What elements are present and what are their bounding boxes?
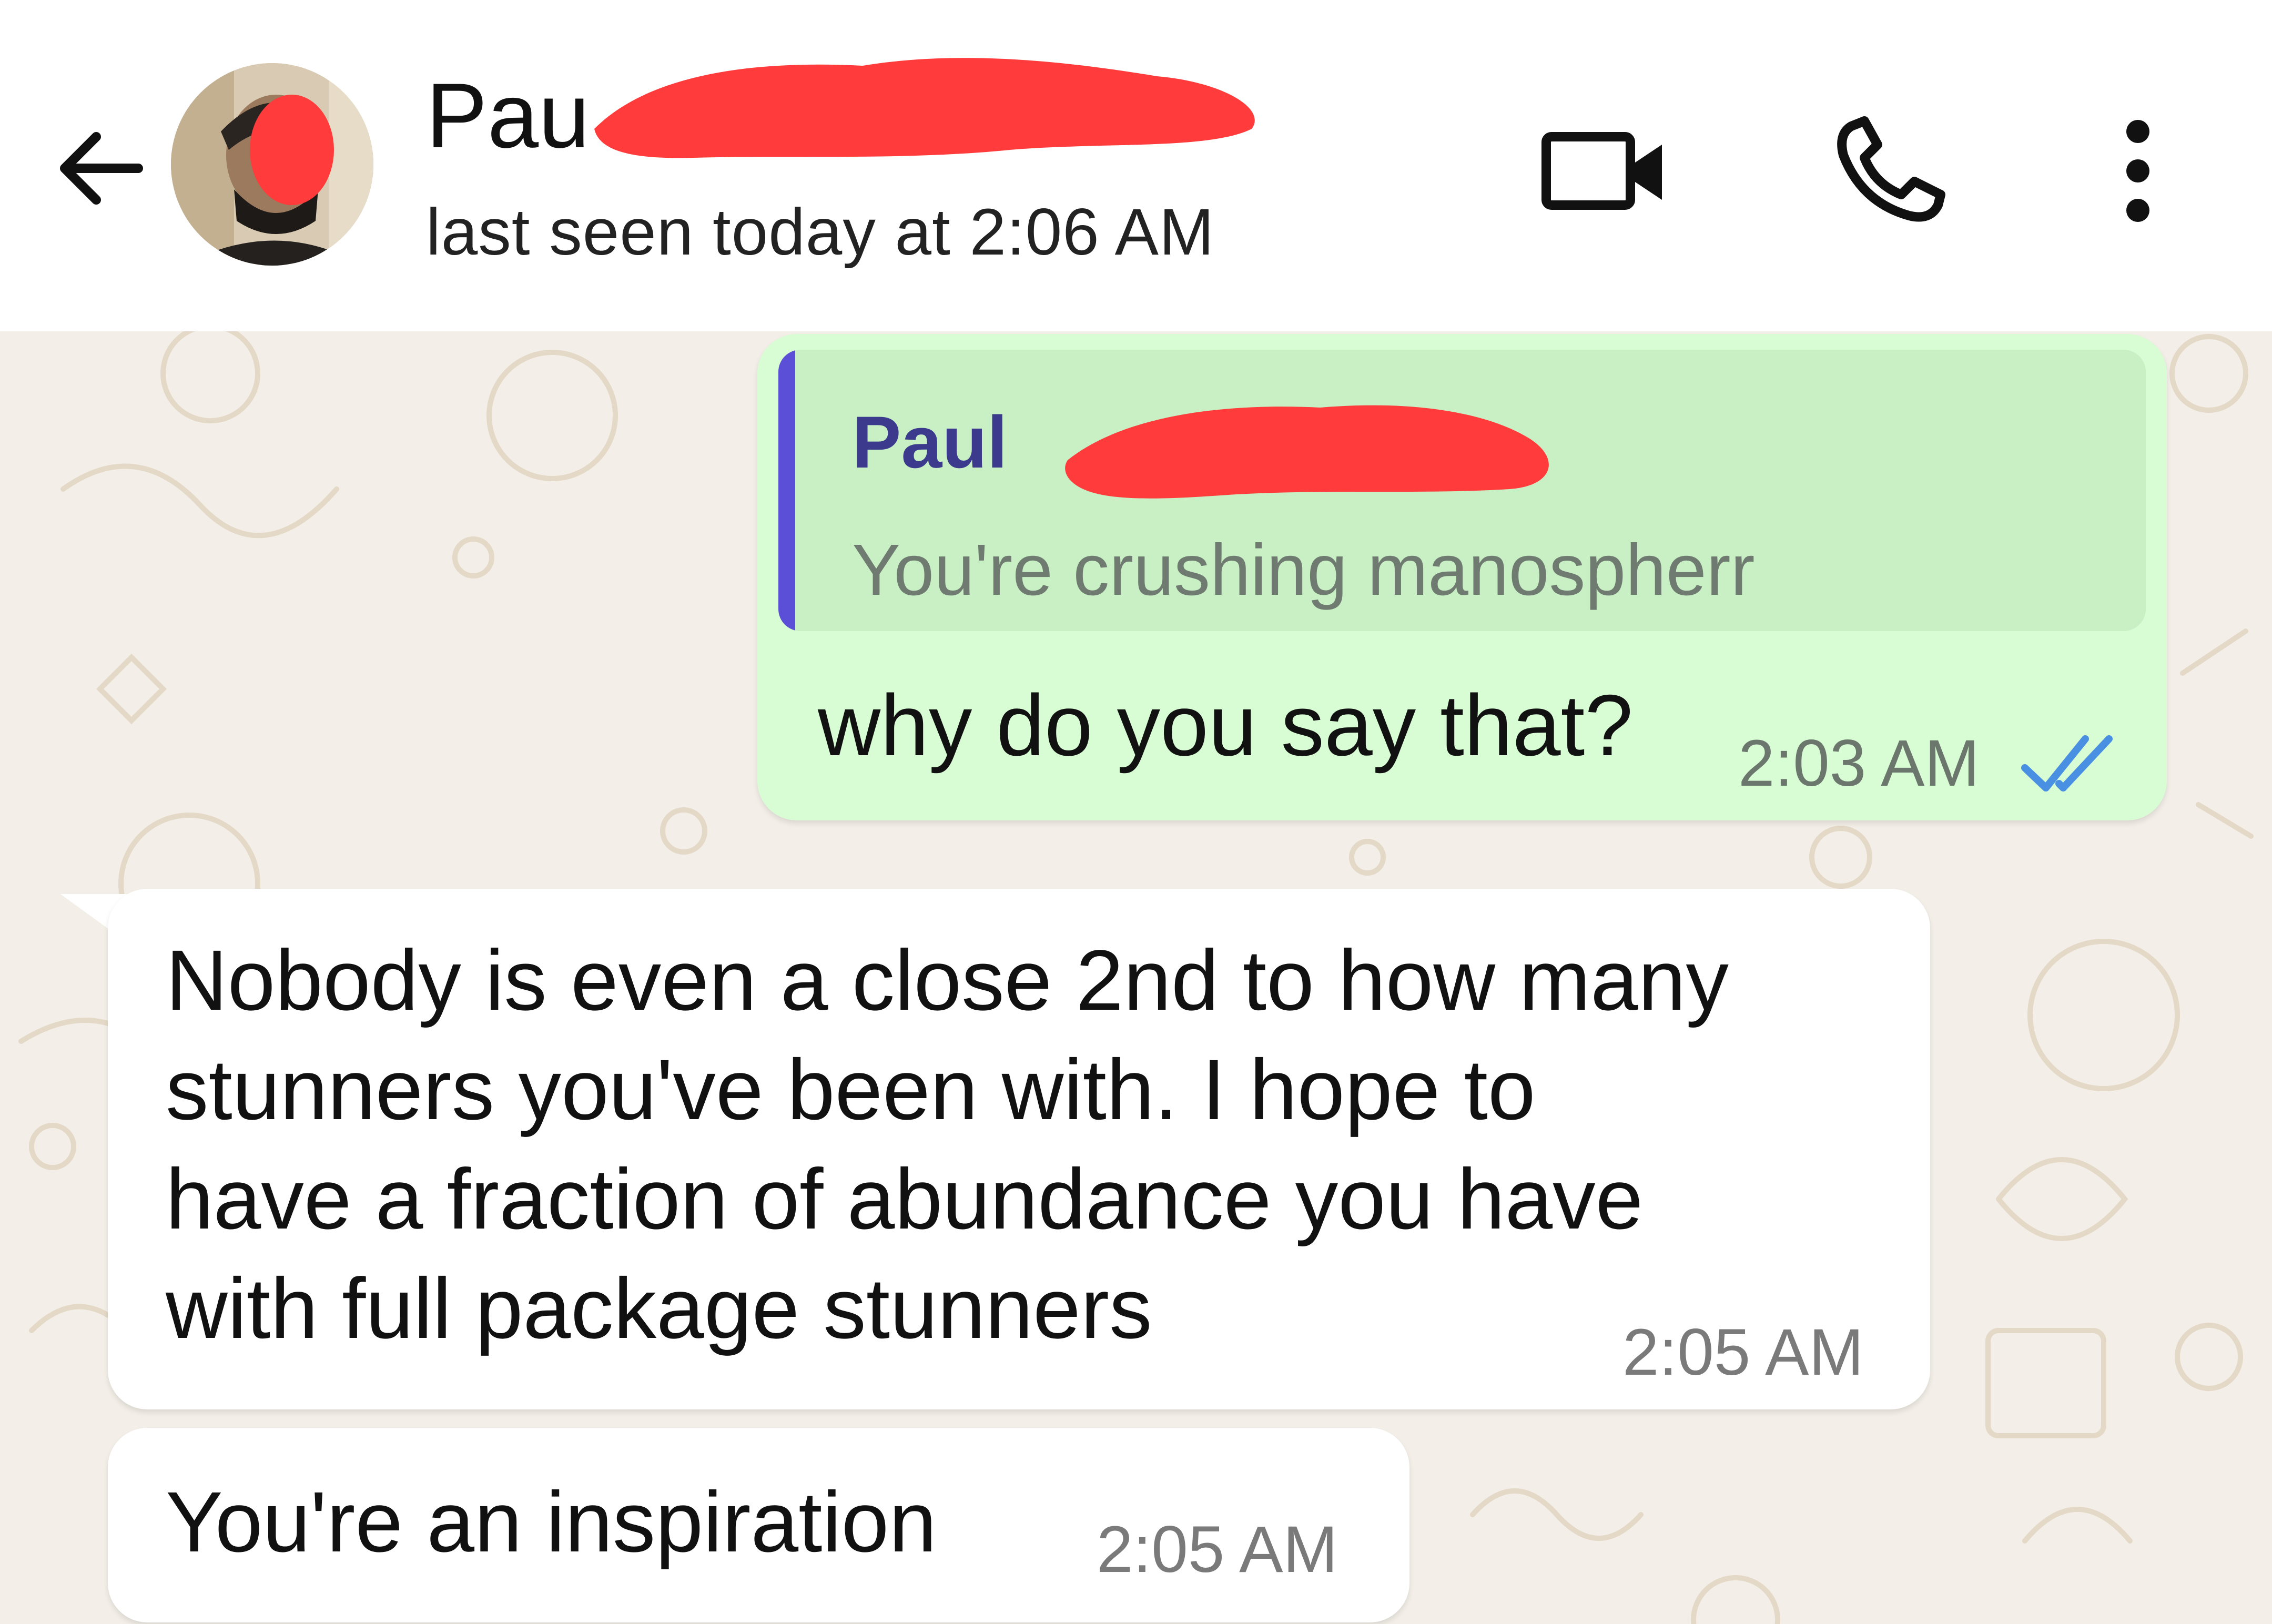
quote-accent-bar — [778, 350, 795, 631]
message-line: with full package stunners — [166, 1260, 1152, 1356]
redaction-mark — [1065, 405, 1549, 499]
message-line: Nobody is even a close 2nd to how many — [166, 932, 1729, 1028]
avatar-photo — [171, 63, 373, 266]
video-call-icon[interactable] — [1536, 116, 1672, 221]
redaction-mark — [594, 58, 1255, 158]
back-arrow-icon[interactable] — [46, 116, 151, 221]
read-receipt-icon — [2021, 735, 2113, 791]
contact-name[interactable]: Pau — [426, 63, 590, 169]
more-options-icon[interactable] — [2112, 116, 2164, 226]
quoted-message[interactable]: Paul You're crushing manospherr — [778, 350, 2146, 631]
quoted-text: You're crushing manospherr — [852, 530, 1755, 611]
message-timestamp: 2:05 AM — [1097, 1513, 1338, 1586]
message-timestamp: 2:05 AM — [1622, 1316, 1864, 1389]
incoming-message-bubble[interactable]: Nobody is even a close 2nd to how many s… — [108, 889, 1930, 1409]
message-text: why do you say that? — [818, 677, 1634, 774]
last-seen-status: last seen today at 2:06 AM — [426, 196, 1215, 269]
chat-header: Pau last seen today at 2:06 AM — [0, 0, 2272, 331]
contact-avatar[interactable] — [171, 63, 373, 266]
quoted-author: Paul — [852, 401, 1008, 483]
message-text: Nobody is even a close 2nd to how many s… — [166, 926, 1729, 1363]
message-text: You're an inspiration — [166, 1474, 937, 1570]
outgoing-message-bubble[interactable]: Paul You're crushing manospherr why do y… — [757, 334, 2167, 820]
message-timestamp: 2:03 AM — [1738, 727, 1980, 800]
phone-call-icon[interactable] — [1830, 113, 1951, 226]
message-line: stunners you've been with. I hope to — [166, 1041, 1536, 1138]
incoming-message-bubble[interactable]: You're an inspiration 2:05 AM — [108, 1428, 1409, 1622]
message-line: have a fraction of abundance you have — [166, 1151, 1644, 1247]
